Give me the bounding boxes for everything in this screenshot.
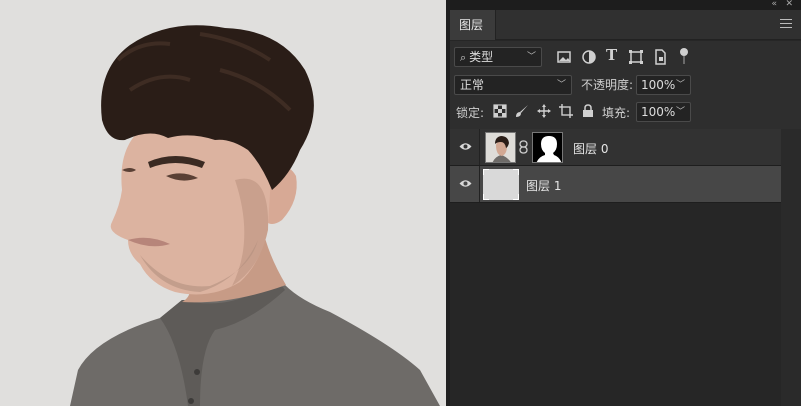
panel-title-strip: « ✕ [450, 0, 801, 10]
blend-mode-dropdown[interactable]: 正常 ﹀ [454, 75, 572, 95]
panel-menu-icon[interactable] [780, 19, 792, 29]
opacity-field[interactable]: 100% ﹀ [636, 75, 691, 95]
lock-all-icon[interactable] [581, 104, 595, 118]
smart-object-filter-icon[interactable] [652, 49, 668, 65]
chevron-down-icon: ﹀ [556, 80, 566, 90]
layer-name[interactable]: 图层 0 [573, 140, 608, 157]
eye-icon[interactable] [459, 179, 472, 188]
layer-row[interactable]: 图层 1 [450, 166, 781, 203]
lock-label: 锁定: [456, 106, 485, 120]
type-filter-icon[interactable]: T [606, 46, 622, 64]
panel-tab-bar: 图层 [450, 10, 801, 40]
lock-move-icon[interactable] [537, 104, 551, 118]
mask-silhouette [533, 133, 562, 162]
layers-panel: « ✕ 图层 ⌕ 类型 ﹀ T 正常 ﹀ 不透明度: 100% ﹀ 锁定: 填充… [450, 0, 801, 406]
chevron-down-icon[interactable]: ﹀ [676, 76, 685, 94]
fill-value: 100% [641, 105, 676, 119]
layers-scrollbar[interactable] [781, 129, 801, 406]
document-canvas[interactable] [0, 0, 446, 406]
fill-label: 填充: [602, 106, 631, 120]
layer-mask-thumbnail[interactable] [532, 132, 563, 163]
close-icon[interactable]: ✕ [785, 0, 793, 9]
portrait-thumbnail [486, 133, 515, 162]
adjustment-filter-icon[interactable] [581, 49, 597, 65]
opacity-label: 不透明度: [581, 78, 634, 92]
visibility-toggle[interactable] [450, 166, 480, 202]
image-filter-icon[interactable] [556, 49, 572, 65]
portrait-image [70, 25, 440, 406]
filter-toggle[interactable] [680, 48, 688, 66]
chevron-down-icon[interactable]: ﹀ [676, 103, 685, 121]
search-icon: ⌕ [460, 51, 467, 64]
layer-row[interactable]: 图层 0 [450, 129, 781, 166]
layer-filter-kind-dropdown[interactable]: ⌕ 类型 ﹀ [454, 47, 542, 67]
link-icon[interactable] [519, 140, 528, 154]
layers-options: ⌕ 类型 ﹀ T 正常 ﹀ 不透明度: 100% ﹀ 锁定: 填充: 100% … [450, 41, 801, 129]
opacity-value: 100% [641, 78, 676, 92]
lock-paint-icon[interactable] [515, 104, 529, 118]
filter-kind-label: 类型 [469, 50, 494, 64]
shape-filter-icon[interactable] [628, 49, 644, 65]
visibility-toggle[interactable] [450, 129, 480, 165]
tab-layers[interactable]: 图层 [450, 10, 496, 40]
lock-transparent-icon[interactable] [493, 104, 507, 118]
layer-name[interactable]: 图层 1 [526, 177, 561, 194]
blend-mode-value: 正常 [460, 78, 485, 92]
layer-thumbnail[interactable] [485, 132, 516, 163]
fill-field[interactable]: 100% ﹀ [636, 102, 691, 122]
eye-icon[interactable] [459, 142, 472, 151]
chevron-down-icon: ﹀ [526, 52, 536, 62]
layer-thumbnail[interactable] [483, 169, 519, 200]
lock-artboard-icon[interactable] [559, 104, 573, 118]
collapse-icon[interactable]: « [771, 0, 777, 9]
layers-list: 图层 0 图层 1 [450, 129, 801, 406]
